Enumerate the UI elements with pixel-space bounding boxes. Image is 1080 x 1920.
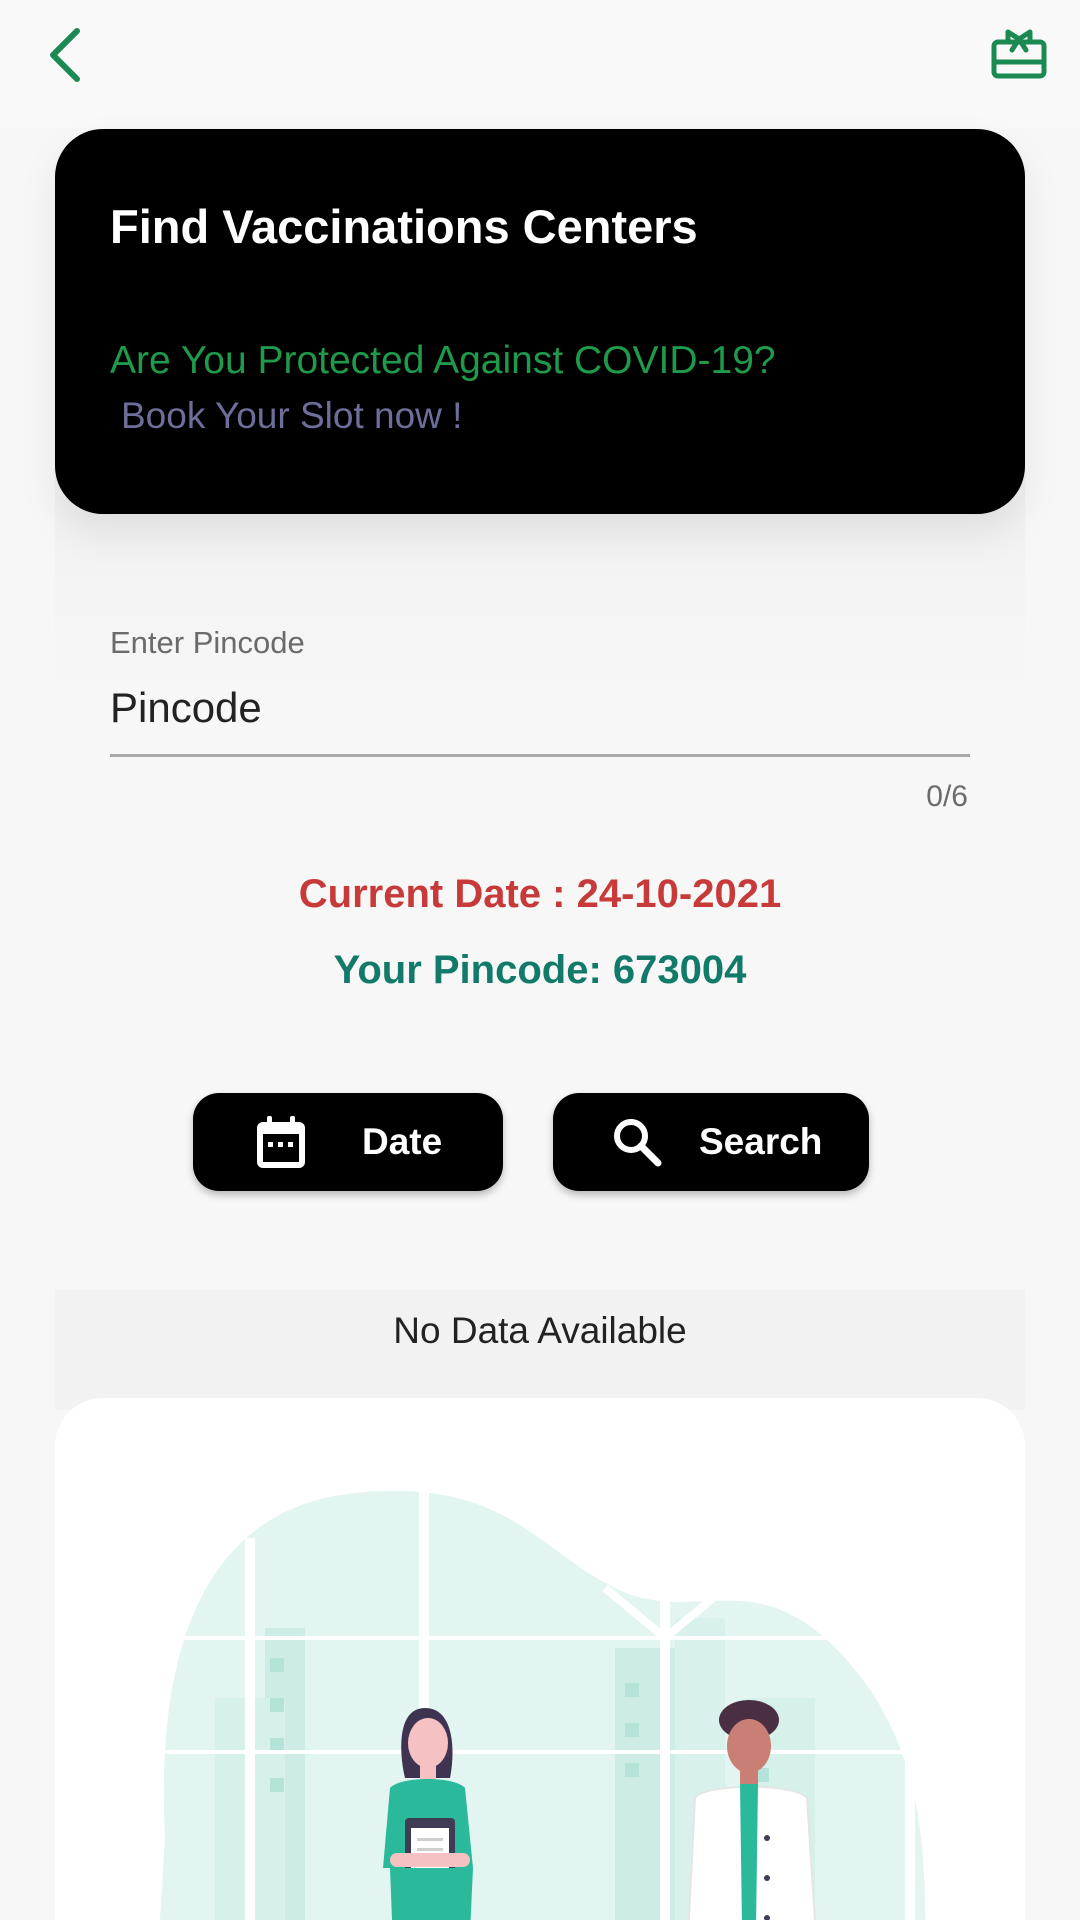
hero-subtitle: Are You Protected Against COVID-19? <box>110 339 776 382</box>
gift-card-icon <box>991 29 1047 79</box>
illustration-card <box>55 1398 1025 1920</box>
hero-tagline: Book Your Slot now ! <box>121 395 463 436</box>
screen: Find Vaccinations Centers Are You Protec… <box>0 0 1080 1920</box>
pincode-field-underline <box>110 754 970 757</box>
gift-card-button[interactable] <box>984 18 1054 88</box>
pincode-input[interactable] <box>110 676 970 740</box>
pincode-field-label: Enter Pincode <box>110 625 305 660</box>
current-date-text: Current Date : 24-10-2021 <box>298 872 782 916</box>
app-bar <box>0 0 1080 128</box>
search-button-label: Search <box>699 1121 823 1162</box>
chevron-left-icon <box>50 28 80 82</box>
no-data-text: No Data Available <box>393 1310 687 1351</box>
your-pincode-text: Your Pincode: 673004 <box>333 948 747 992</box>
search-icon <box>611 1116 663 1168</box>
hero-card: Find Vaccinations Centers Are You Protec… <box>55 129 1025 514</box>
doctors-illustration <box>155 1488 955 1920</box>
date-button-label: Date <box>362 1121 443 1162</box>
date-button[interactable]: Date <box>193 1093 503 1191</box>
pincode-char-counter: 0/6 <box>926 780 968 813</box>
calendar-icon <box>255 1114 307 1170</box>
search-button[interactable]: Search <box>553 1093 869 1191</box>
back-button[interactable] <box>30 20 100 90</box>
hero-title: Find Vaccinations Centers <box>110 200 698 253</box>
